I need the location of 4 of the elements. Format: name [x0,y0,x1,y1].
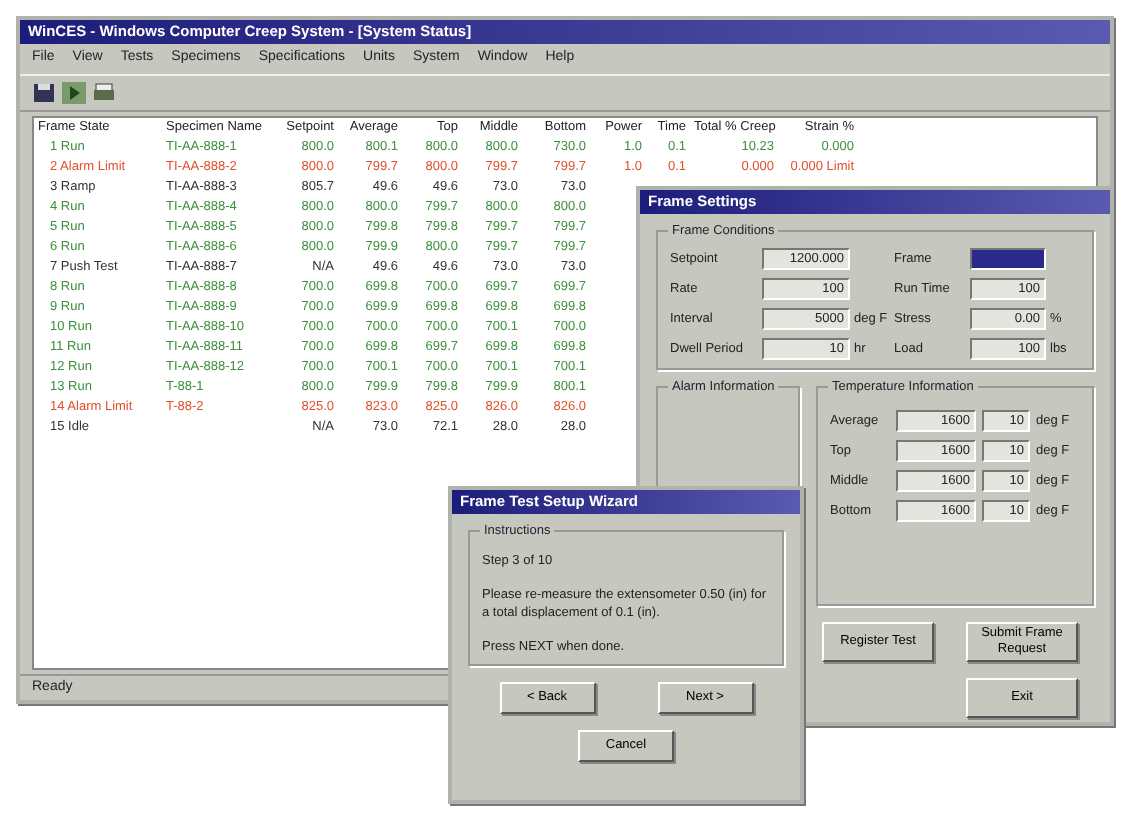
dropdown-field[interactable] [970,248,1046,270]
printer-icon[interactable] [92,81,116,103]
play-icon[interactable] [62,81,86,103]
save-icon[interactable] [32,81,56,103]
